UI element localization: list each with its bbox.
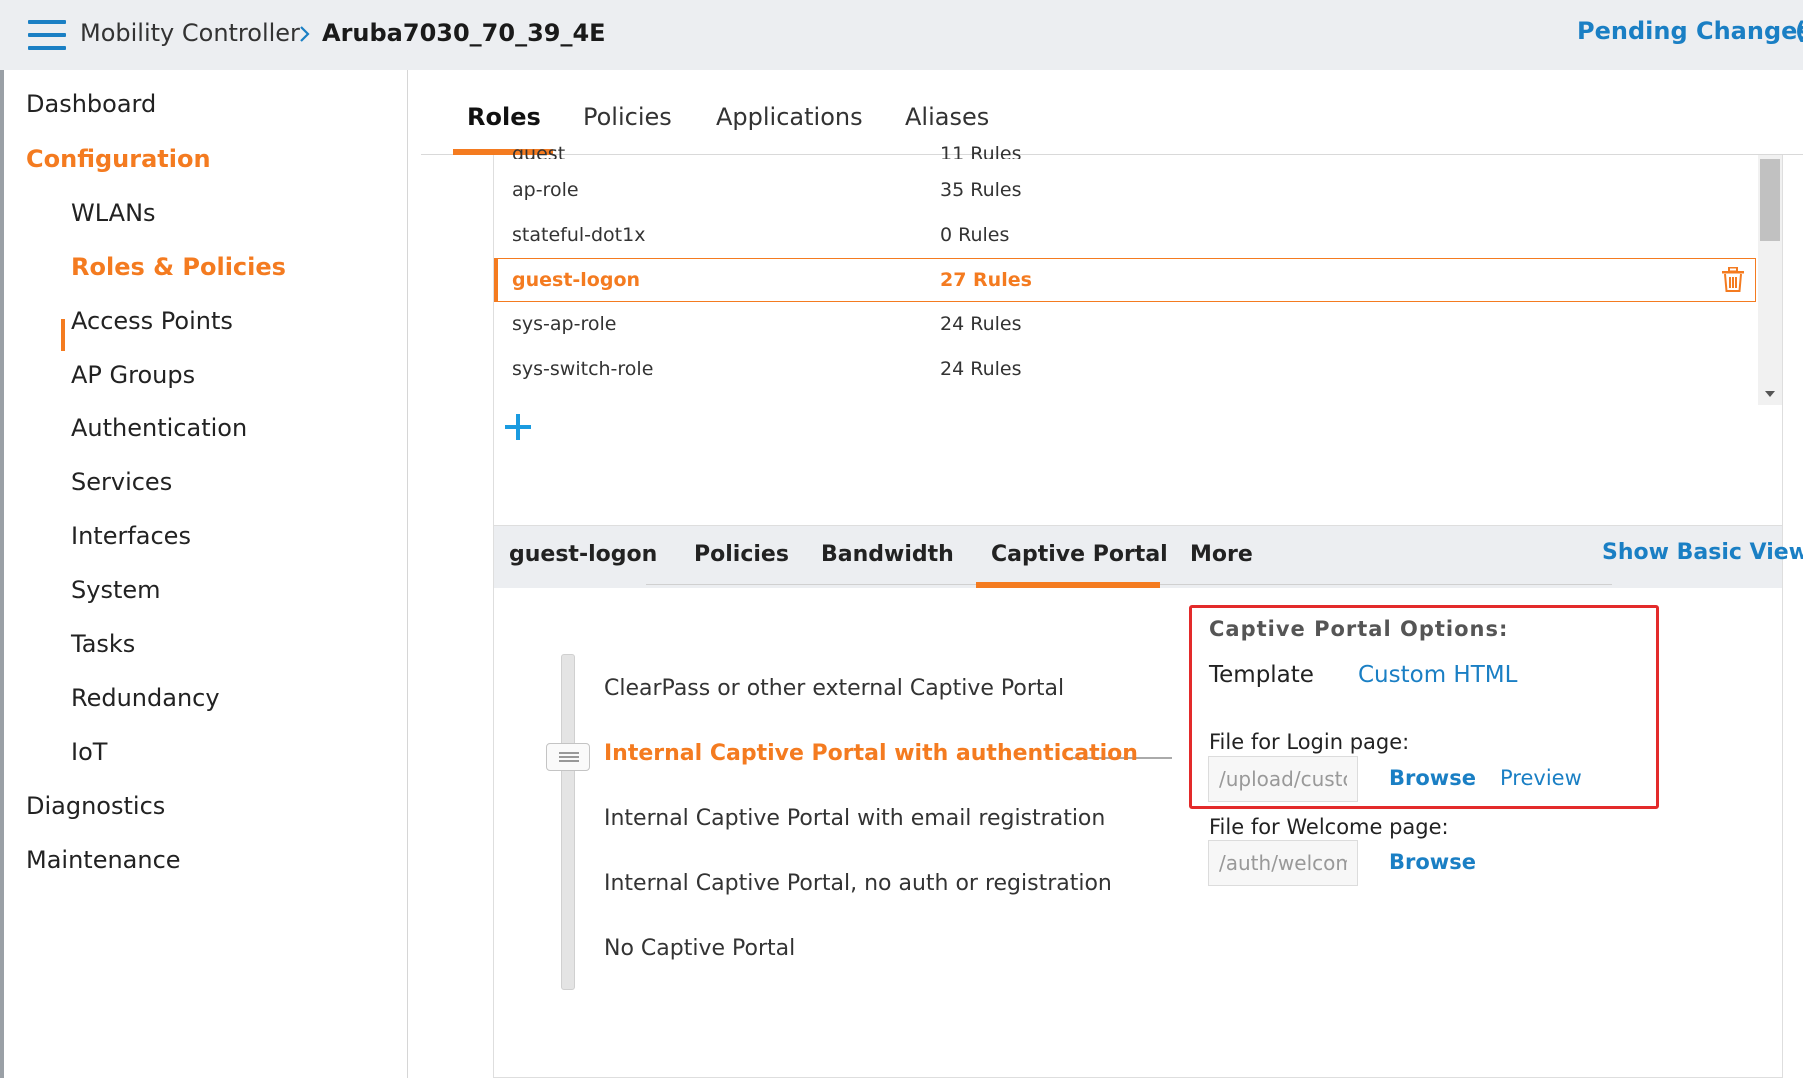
- roles-list: guest 11 Rules ap-role 35 Rules stateful…: [493, 143, 1783, 572]
- captive-options-title: Captive Portal Options:: [1209, 617, 1509, 641]
- role-name: sys-ap-role: [512, 313, 617, 335]
- sidebar-item-authentication[interactable]: Authentication: [71, 414, 247, 442]
- role-name: ap-role: [512, 179, 579, 201]
- sidebar-item-tasks[interactable]: Tasks: [71, 630, 135, 658]
- welcome-file-label: File for Welcome page:: [1209, 815, 1449, 839]
- add-role-button[interactable]: [504, 413, 532, 441]
- sidebar-item-wlans[interactable]: WLANs: [71, 199, 156, 227]
- main-content: Roles Policies Applications Aliases gues…: [409, 70, 1803, 1078]
- role-name: sys-switch-role: [512, 358, 654, 380]
- table-row[interactable]: stateful-dot1x 0 Rules: [494, 214, 1756, 258]
- captive-option-internal-auth[interactable]: Internal Captive Portal with authenticat…: [604, 741, 1138, 766]
- sidebar-item-dashboard[interactable]: Dashboard: [26, 90, 156, 118]
- chevron-right-icon: [300, 26, 310, 42]
- captive-portal-slider-handle[interactable]: [546, 743, 590, 771]
- role-rules: 0 Rules: [940, 224, 1010, 246]
- login-file-field[interactable]: [1208, 756, 1358, 802]
- login-browse-button[interactable]: Browse: [1389, 766, 1476, 790]
- captive-option-internal-email[interactable]: Internal Captive Portal with email regis…: [604, 806, 1105, 831]
- template-label: Template: [1209, 662, 1314, 688]
- table-row[interactable]: ap-role 35 Rules: [494, 169, 1756, 213]
- role-rules: 27 Rules: [940, 269, 1032, 291]
- role-rules-partial: 11 Rules: [940, 143, 1022, 159]
- sidebar-edge: [0, 70, 4, 1078]
- pending-changes-link[interactable]: Pending Changes: [1577, 17, 1803, 45]
- sidebar-item-interfaces[interactable]: Interfaces: [71, 522, 191, 550]
- tab-aliases[interactable]: Aliases: [905, 103, 989, 131]
- tab-applications[interactable]: Applications: [716, 103, 863, 131]
- sidebar-item-services[interactable]: Services: [71, 468, 172, 496]
- top-bar: Mobility Controller Aruba7030_70_39_4E P…: [0, 0, 1803, 70]
- menu-icon[interactable]: [28, 20, 66, 50]
- tab-bar: Roles Policies Applications Aliases: [421, 70, 1803, 155]
- sidebar-item-system[interactable]: System: [71, 576, 161, 604]
- sidebar: Dashboard Configuration WLANs Roles & Po…: [0, 70, 408, 1078]
- sidebar-item-diagnostics[interactable]: Diagnostics: [26, 792, 165, 820]
- role-name: stateful-dot1x: [512, 224, 646, 246]
- captive-option-internal-noauth[interactable]: Internal Captive Portal, no auth or regi…: [604, 871, 1112, 896]
- captive-portal-slider-track[interactable]: [561, 654, 575, 990]
- tab-roles[interactable]: Roles: [467, 103, 541, 131]
- sidebar-item-ap-groups[interactable]: AP Groups: [71, 361, 195, 389]
- sidebar-item-redundancy[interactable]: Redundancy: [71, 684, 220, 712]
- role-name: guest-logon: [512, 269, 641, 291]
- tab-more[interactable]: More: [1190, 542, 1253, 567]
- table-row[interactable]: sys-ap-role 24 Rules: [494, 303, 1756, 347]
- role-rules: 35 Rules: [940, 179, 1022, 201]
- tab-policies[interactable]: Policies: [694, 542, 789, 567]
- sidebar-item-configuration[interactable]: Configuration: [26, 145, 211, 173]
- breadcrumb-device[interactable]: Aruba7030_70_39_4E: [322, 19, 606, 47]
- login-preview-link[interactable]: Preview: [1500, 766, 1582, 790]
- template-value-link[interactable]: Custom HTML: [1358, 662, 1517, 688]
- role-rules: 24 Rules: [940, 358, 1022, 380]
- role-rules: 24 Rules: [940, 313, 1022, 335]
- tab-guest-logon[interactable]: guest-logon: [509, 542, 657, 567]
- table-row[interactable]: sys-switch-role 24 Rules: [494, 348, 1756, 392]
- show-basic-view-link[interactable]: Show Basic View: [1602, 540, 1803, 565]
- tab-bandwidth[interactable]: Bandwidth: [821, 542, 954, 567]
- sidebar-item-maintenance[interactable]: Maintenance: [26, 846, 181, 874]
- sidebar-item-iot[interactable]: IoT: [71, 738, 107, 766]
- pending-changes-count: (: [1795, 17, 1803, 45]
- role-name-partial: guest: [512, 143, 566, 159]
- table-row-selected[interactable]: guest-logon 27 Rules: [494, 258, 1756, 302]
- login-file-label: File for Login page:: [1209, 730, 1410, 754]
- captive-option-external[interactable]: ClearPass or other external Captive Port…: [604, 676, 1064, 701]
- tab-active-indicator: [976, 582, 1160, 588]
- scrollbar-thumb[interactable]: [1760, 159, 1780, 241]
- active-marker: [61, 319, 65, 351]
- welcome-browse-button[interactable]: Browse: [1389, 850, 1476, 874]
- trash-icon[interactable]: [1721, 267, 1745, 293]
- welcome-file-field[interactable]: [1208, 840, 1358, 886]
- roles-scrollbar[interactable]: [1758, 155, 1782, 405]
- captive-option-none[interactable]: No Captive Portal: [604, 936, 795, 961]
- tab-captive-portal[interactable]: Captive Portal: [991, 542, 1168, 567]
- scroll-down-icon[interactable]: [1765, 391, 1775, 397]
- detail-tab-bar: guest-logon Policies Bandwidth Captive P…: [494, 526, 1803, 588]
- breadcrumb-root[interactable]: Mobility Controller: [80, 19, 300, 47]
- sidebar-item-access-points[interactable]: Access Points: [71, 307, 233, 335]
- sidebar-item-roles-policies[interactable]: Roles & Policies: [71, 253, 286, 281]
- tab-policies[interactable]: Policies: [583, 103, 672, 131]
